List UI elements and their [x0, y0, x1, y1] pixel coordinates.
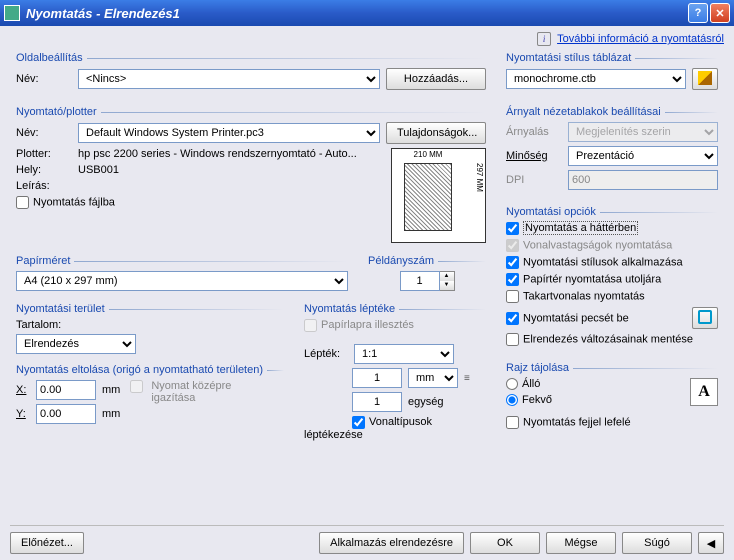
opt-paperspace-checkbox[interactable]: Papírtér nyomtatása utoljára: [506, 273, 661, 286]
titlebar: Nyomtatás - Elrendezés1 ? ✕: [0, 0, 734, 26]
ok-button[interactable]: OK: [470, 532, 540, 554]
plot-to-file-checkbox[interactable]: Nyomtatás fájlba: [16, 196, 115, 209]
page-setup-group: Oldalbeállítás Név: <Nincs> Hozzáadás...: [10, 48, 492, 100]
copies-input[interactable]: [400, 271, 440, 291]
opt-background-checkbox[interactable]: Nyomtatás a háttérben: [506, 222, 638, 235]
group-title: Nyomtatási stílus táblázat: [506, 52, 718, 64]
scale-group: Nyomtatás léptéke Papírlapra illesztés L…: [298, 299, 492, 521]
cancel-button[interactable]: Mégse: [546, 532, 616, 554]
edit-style-button[interactable]: [692, 68, 718, 90]
y-label: Y:: [16, 408, 30, 420]
group-title: Nyomtatási terület: [16, 303, 284, 315]
button-bar: Előnézet... Alkalmazás elrendezésre OK M…: [10, 525, 724, 556]
name-label: Név:: [16, 73, 72, 85]
shaded-group: Árnyalt nézetablakok beállításai Árnyalá…: [500, 102, 724, 200]
equals-icon: ≡: [464, 373, 470, 384]
apply-button[interactable]: Alkalmazás elrendezésre: [319, 532, 464, 554]
paper-preview: 210 MM 297 MM: [391, 148, 486, 243]
group-title: Nyomtatás eltolása (origó a nyomtatható …: [16, 364, 284, 376]
dpi-input: [568, 170, 718, 190]
plot-style-group: Nyomtatási stílus táblázat monochrome.ct…: [500, 48, 724, 100]
upside-down-checkbox[interactable]: Nyomtatás fejjel lefelé: [506, 416, 631, 429]
mm-label: mm: [102, 408, 120, 420]
x-label: X:: [16, 384, 30, 396]
app-icon: [4, 5, 20, 21]
plot-area-select[interactable]: Elrendezés: [16, 334, 136, 354]
paper-size-group: Papírméret A4 (210 x 297 mm): [10, 251, 354, 297]
orientation-group: Rajz tájolása Álló Fekvő A Nyomtatás fej…: [500, 358, 724, 439]
group-title: Nyomtatási opciók: [506, 206, 718, 218]
offset-group: Nyomtatás eltolása (origó a nyomtatható …: [10, 360, 290, 434]
properties-button[interactable]: Tulajdonságok...: [386, 122, 486, 144]
name-label: Név:: [16, 127, 72, 139]
desc-label: Leírás:: [16, 180, 72, 192]
landscape-radio[interactable]: Fekvő: [506, 394, 552, 406]
group-title: Rajz tájolása: [506, 362, 718, 374]
paper-size-select[interactable]: A4 (210 x 297 mm): [16, 271, 348, 291]
more-info-link[interactable]: További információ a nyomtatásról: [557, 33, 724, 45]
copies-group: Példányszám ▲▼: [362, 251, 492, 297]
center-plot-checkbox: Nyomat középre igazítása: [130, 380, 241, 428]
dpi-label: DPI: [506, 174, 562, 186]
group-title: Oldalbeállítás: [16, 52, 486, 64]
quality-select[interactable]: Prezentáció: [568, 146, 718, 166]
info-icon: i: [537, 32, 551, 46]
plotter-value: hp psc 2200 series - Windows rendszernyo…: [78, 148, 357, 160]
add-button[interactable]: Hozzáadás...: [386, 68, 486, 90]
stamp-icon: [698, 310, 712, 324]
help-button[interactable]: Súgó: [622, 532, 692, 554]
orientation-icon: A: [690, 378, 718, 406]
scale-label: Lépték:: [304, 348, 348, 360]
x-input[interactable]: [36, 380, 96, 400]
group-title: Árnyalt nézetablakok beállításai: [506, 106, 718, 118]
plotter-label: Plotter:: [16, 148, 72, 160]
shade-select: Megjelenítés szerin: [568, 122, 718, 142]
opt-plotstyles-checkbox[interactable]: Nyomtatási stílusok alkalmazása: [506, 256, 683, 269]
options-group: Nyomtatási opciók Nyomtatás a háttérben …: [500, 202, 724, 356]
where-label: Hely:: [16, 164, 72, 176]
opt-save-checkbox[interactable]: Elrendezés változásainak mentése: [506, 333, 693, 346]
window-title: Nyomtatás - Elrendezés1: [26, 6, 686, 21]
group-title: Papírméret: [16, 255, 348, 267]
range-label: Tartalom:: [16, 319, 284, 331]
plot-area-group: Nyomtatási terület Tartalom: Elrendezés: [10, 299, 290, 360]
scale-num2-input[interactable]: [352, 392, 402, 412]
scale-num1-input[interactable]: [352, 368, 402, 388]
printer-select[interactable]: Default Windows System Printer.pc3: [78, 123, 380, 143]
help-button-icon[interactable]: ?: [688, 3, 708, 23]
portrait-radio[interactable]: Álló: [506, 378, 540, 390]
scale-unit-select[interactable]: mm: [408, 368, 458, 388]
y-input[interactable]: [36, 404, 96, 424]
expand-button[interactable]: ◀: [698, 532, 724, 554]
preview-button[interactable]: Előnézet...: [10, 532, 84, 554]
scale-lw-checkbox[interactable]: Vonaltípusok léptékezése: [304, 416, 432, 441]
printer-group: Nyomtató/plotter Név: Default Windows Sy…: [10, 102, 492, 249]
paper-height: 297 MM: [475, 163, 484, 231]
stamp-settings-button[interactable]: [692, 307, 718, 329]
group-title: Példányszám: [368, 255, 486, 267]
shade-label: Árnyalás: [506, 126, 562, 138]
pagesetup-select[interactable]: <Nincs>: [78, 69, 380, 89]
close-icon[interactable]: ✕: [710, 3, 730, 23]
fit-checkbox: Papírlapra illesztés: [304, 319, 414, 331]
group-title: Nyomtatás léptéke: [304, 303, 486, 315]
mm-label: mm: [102, 384, 120, 396]
copies-spinner[interactable]: ▲▼: [440, 271, 455, 291]
opt-hide-checkbox[interactable]: Takartvonalas nyomtatás: [506, 290, 645, 303]
opt-stamp-checkbox[interactable]: Nyomtatási pecsét be: [506, 312, 629, 325]
paper-width: 210 MM: [404, 150, 452, 159]
pencil-icon: [698, 71, 712, 85]
quality-label: Minőség: [506, 150, 562, 162]
plot-style-select[interactable]: monochrome.ctb: [506, 69, 686, 89]
where-value: USB001: [78, 164, 119, 176]
opt-lineweights-checkbox: Vonalvastagságok nyomtatása: [506, 239, 672, 252]
scale-select[interactable]: 1:1: [354, 344, 454, 364]
unit-label: egység: [408, 396, 443, 408]
group-title: Nyomtató/plotter: [16, 106, 486, 118]
